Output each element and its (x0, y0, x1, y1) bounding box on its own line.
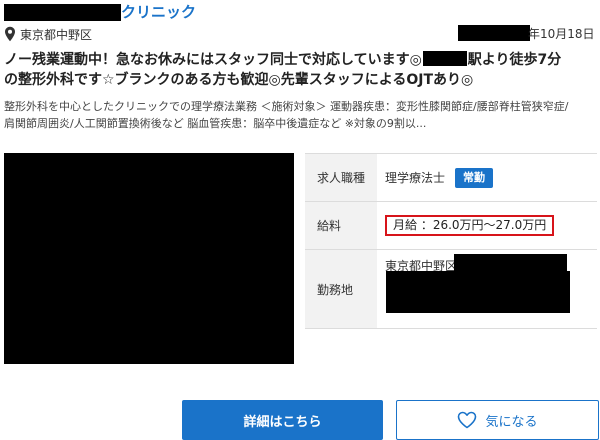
redacted-clinic-prefix (4, 4, 121, 21)
headline-line-1: ノー残業運動中！急なお休みにはスタッフ同士で対応しています◎ 駅より徒歩7分 (4, 51, 562, 68)
headline-line-2: の整形外科です☆ブランクのある方も歓迎◎先輩スタッフによるOJTあり◎ (4, 72, 474, 88)
favorite-button-label: 気になる (485, 414, 538, 430)
work-location-label: 勤務地 (305, 250, 377, 328)
posted-date: 年10月18日 (528, 27, 595, 41)
salary-value: 月給 ：26.0万円〜27.0万円 (385, 215, 555, 236)
clinic-photo (4, 153, 294, 364)
location: 東京都中野区 (4, 25, 92, 43)
employment-type-badge: 常勤 (455, 167, 494, 188)
heart-icon (458, 411, 477, 429)
salary-label: 給料 (305, 202, 377, 249)
redacted-date-year (458, 25, 530, 41)
row-salary: 給料 月給 ：26.0万円〜27.0万円 (305, 202, 597, 250)
row-job-type: 求人職種 理学療法士 常勤 (305, 154, 597, 202)
job-type-value-cell: 理学療法士 常勤 (377, 154, 597, 201)
map-pin-icon (5, 26, 15, 42)
favorite-button[interactable]: 気になる (396, 400, 599, 440)
redacted-station (422, 51, 467, 66)
description-line-1: 整形外科を中心としたクリニックでの理学療法業務 ＜施術対象＞ 運動器疾患：変形性… (4, 100, 569, 113)
salary-value-cell: 月給 ：26.0万円〜27.0万円 (377, 202, 597, 249)
redacted-address-line-1 (454, 254, 567, 271)
clinic-name-link[interactable]: クリニック (121, 2, 196, 22)
redacted-address-line-2 (386, 271, 570, 313)
job-type-value: 理学療法士 (385, 171, 446, 185)
view-details-button[interactable]: 詳細はこちら (182, 400, 383, 440)
job-description: 整形外科を中心としたクリニックでの理学療法業務 ＜施術対象＞ 運動器疾患：変形性… (4, 98, 596, 132)
job-type-label: 求人職種 (305, 154, 377, 201)
location-text: 東京都中野区 (20, 27, 93, 42)
job-headline[interactable]: ノー残業運動中！急なお休みにはスタッフ同士で対応しています◎ 駅より徒歩7分 の整… (4, 50, 596, 90)
description-line-2: 肩関節周囲炎/人工関節置換術後など 脳血管疾患：脳卒中後遺症など ※対象の9割以… (4, 117, 427, 130)
